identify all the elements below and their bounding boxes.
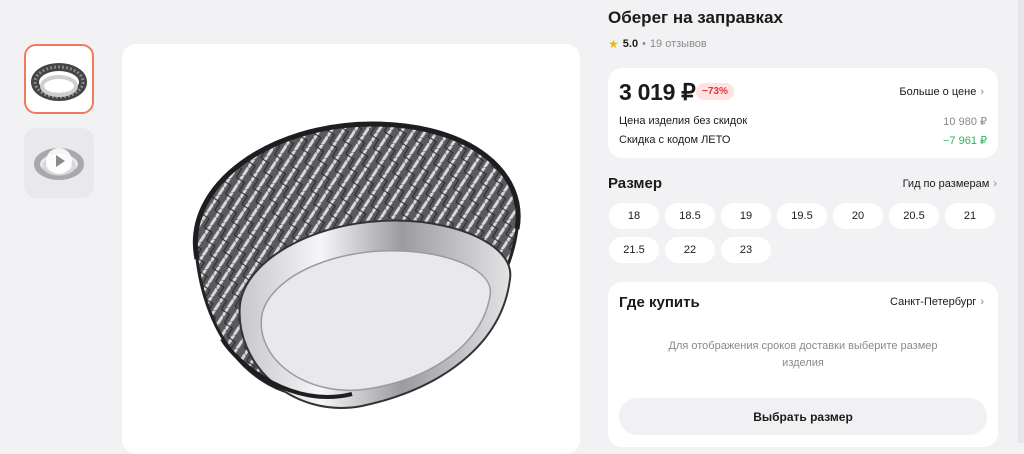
select-size-button[interactable]: Выбрать размер (619, 398, 987, 435)
where-to-buy-title: Где купить (619, 294, 700, 311)
page-scrollbar[interactable] (1018, 0, 1024, 443)
price-row-label: Цена изделия без скидок (619, 115, 748, 127)
size-guide-label: Гид по размерам (902, 178, 990, 190)
thumbnail-ring-video[interactable] (24, 128, 94, 198)
size-option[interactable]: 21.5 (609, 237, 659, 263)
reviews-count-link[interactable]: 19 отзывов (650, 38, 707, 50)
city-selector[interactable]: Санкт-Петербург › (890, 296, 984, 308)
delivery-hint: Для отображения сроков доставки выберите… (668, 340, 938, 369)
star-icon: ★ (608, 37, 619, 51)
more-about-price-label: Больше о цене (899, 86, 977, 98)
price-row-value: 10 980 ₽ (943, 116, 987, 128)
chevron-right-icon: › (980, 296, 984, 308)
size-option[interactable]: 22 (665, 237, 715, 263)
more-about-price-link[interactable]: Больше о цене › (899, 86, 984, 98)
promo-row-label: Скидка с кодом ЛЕТО (619, 134, 731, 146)
where-to-buy-card: Где купить Санкт-Петербург › Для отображе… (608, 282, 998, 447)
size-option[interactable]: 18 (609, 203, 659, 229)
price-card: 3 019 ₽ −73% Больше о цене › Цена изделия… (608, 68, 998, 158)
chevron-right-icon: › (993, 178, 997, 190)
size-guide-link[interactable]: Гид по размерам › (903, 178, 997, 190)
size-option[interactable]: 20 (833, 203, 883, 229)
rating-score: 5.0 (622, 38, 639, 50)
discount-badge: −73% (696, 83, 734, 100)
size-section-title: Размер (608, 175, 663, 192)
size-option[interactable]: 18.5 (665, 203, 715, 229)
play-icon[interactable] (46, 148, 72, 174)
size-option[interactable]: 19.5 (777, 203, 827, 229)
size-option[interactable]: 23 (721, 237, 771, 263)
product-main-image (122, 44, 580, 454)
product-title: Оберег на заправках (608, 8, 783, 27)
ring-image (192, 121, 521, 409)
size-option[interactable]: 19 (721, 203, 771, 229)
product-rating[interactable]: ★ 5.0 • 19 отзывов (608, 37, 707, 51)
promo-row-value: −7 961 ₽ (942, 135, 987, 147)
city-label: Санкт-Петербург (890, 296, 977, 308)
rating-separator: • (642, 38, 646, 50)
ring-thumbnail-image (31, 63, 87, 101)
thumbnail-ring-photo[interactable] (24, 44, 94, 114)
current-price: 3 019 ₽ (619, 79, 696, 105)
size-option[interactable]: 20.5 (889, 203, 939, 229)
chevron-right-icon: › (980, 86, 984, 98)
size-option[interactable]: 21 (945, 203, 995, 229)
